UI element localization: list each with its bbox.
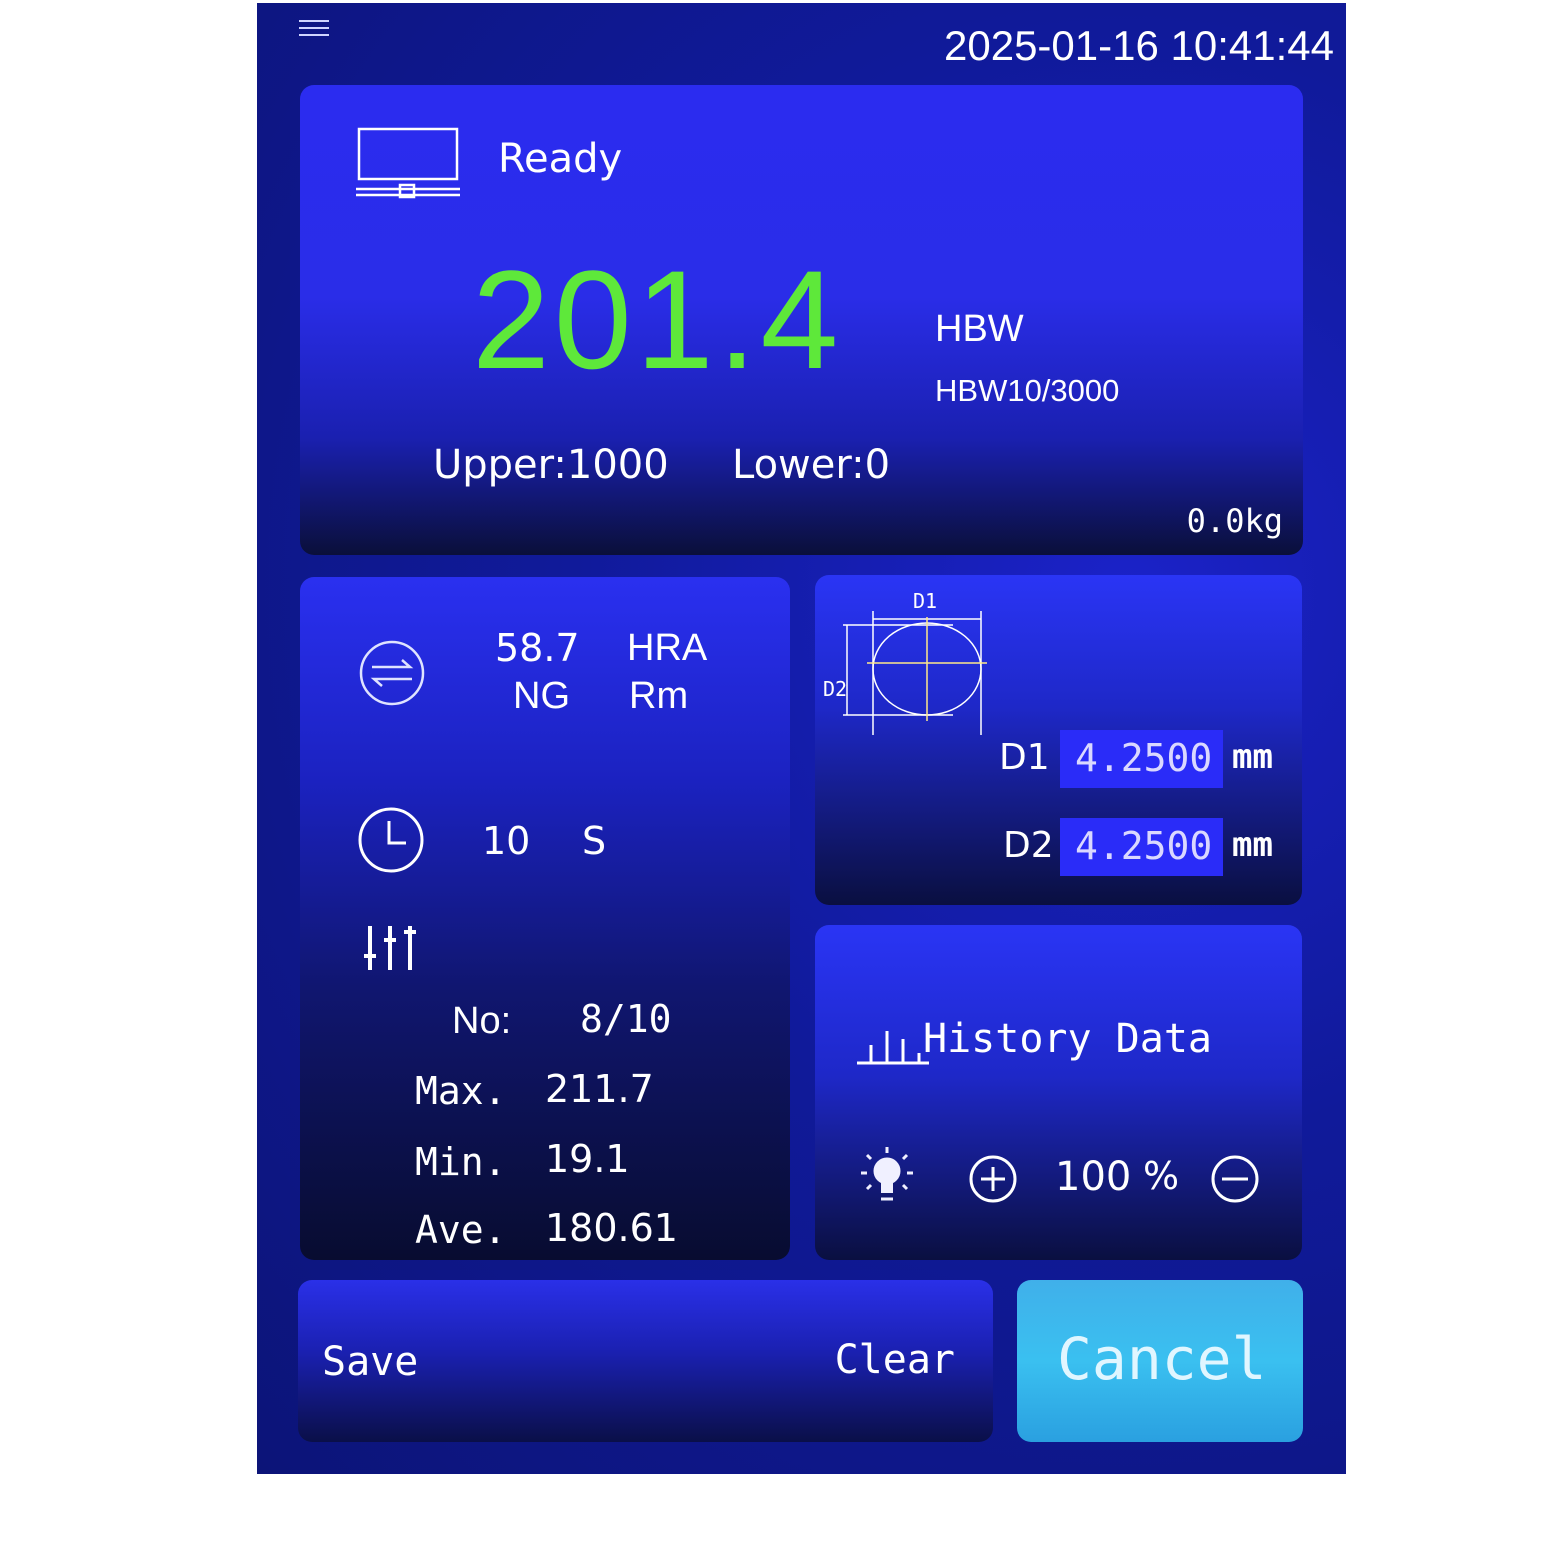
sliders-icon[interactable] (362, 922, 420, 974)
tolerance-result: NG (513, 675, 570, 717)
d1-value: 4.2500 (1075, 736, 1213, 780)
lightbulb-icon (861, 1147, 913, 1201)
diagram-d2-label: D2 (823, 677, 848, 701)
brightness-increase-button[interactable] (968, 1154, 1018, 1204)
cancel-label: Cancel (1057, 1325, 1267, 1393)
count-label: No: (452, 1000, 512, 1042)
min-label: Min. (415, 1140, 507, 1184)
d1-unit: mm (1232, 737, 1273, 777)
converted-value: 58.7 (495, 626, 580, 670)
d2-label: D2 (1003, 825, 1054, 866)
indentation-panel: D1 D2 D1 4.2500 mm D2 4.2500 mm (815, 575, 1302, 905)
force-readout: 0.0kg (1186, 502, 1283, 540)
ave-value: 180.61 (545, 1206, 678, 1250)
d2-unit: mm (1232, 825, 1273, 865)
status-text: Ready (498, 136, 623, 182)
history-data-button[interactable]: History Data (857, 1015, 1217, 1075)
brightness-value: 100 (1055, 1154, 1132, 1200)
converted-scale: HRA (627, 627, 708, 669)
bar-chart-icon (857, 1031, 929, 1065)
hardness-scale: HBW10/3000 (935, 373, 1120, 408)
diagram-d1-label: D1 (913, 589, 938, 613)
count-value: 8/10 (580, 997, 672, 1041)
history-data-label: History Data (923, 1016, 1212, 1062)
d2-value: 4.2500 (1075, 824, 1213, 868)
action-bar: Save Clear (298, 1280, 993, 1442)
dwell-unit: S (582, 819, 607, 863)
dwell-time: 10 (482, 819, 531, 863)
max-label: Max. (415, 1069, 507, 1113)
upper-limit: Upper:1000 (433, 442, 669, 488)
clock-icon[interactable] (356, 805, 426, 875)
settings-panel: 58.7 HRA NG Rm 10 S No: 8/10 Max. 211.7 … (300, 577, 790, 1260)
clear-button[interactable]: Clear (835, 1340, 955, 1380)
d1-label: D1 (999, 737, 1050, 778)
brightness-unit: % (1143, 1154, 1180, 1198)
convert-label: Rm (629, 675, 689, 717)
min-value: 19.1 (545, 1137, 630, 1181)
brightness-decrease-button[interactable] (1210, 1154, 1260, 1204)
convert-arrows-icon[interactable] (358, 639, 426, 707)
main-reading-panel: Ready 201.4 HBW HBW10/3000 Upper:1000 Lo… (300, 85, 1303, 555)
menu-icon[interactable] (299, 19, 329, 37)
d1-input[interactable]: 4.2500 (1060, 730, 1223, 788)
monitor-icon (356, 127, 460, 199)
hardness-unit: HBW (935, 308, 1024, 350)
max-value: 211.7 (545, 1067, 654, 1111)
device-screen: 2025-01-16 10:41:44 Ready 201.4 HBW HBW1… (257, 3, 1346, 1474)
save-button[interactable]: Save (322, 1342, 418, 1382)
indentation-diagram-icon (843, 611, 987, 735)
cancel-button[interactable]: Cancel (1017, 1280, 1303, 1442)
history-panel: History Data 100 % (815, 925, 1302, 1260)
ave-label: Ave. (415, 1208, 507, 1252)
d2-input[interactable]: 4.2500 (1060, 818, 1223, 876)
hardness-value: 201.4 (472, 241, 843, 398)
datetime: 2025-01-16 10:41:44 (944, 22, 1334, 69)
lower-limit: Lower:0 (732, 442, 891, 488)
